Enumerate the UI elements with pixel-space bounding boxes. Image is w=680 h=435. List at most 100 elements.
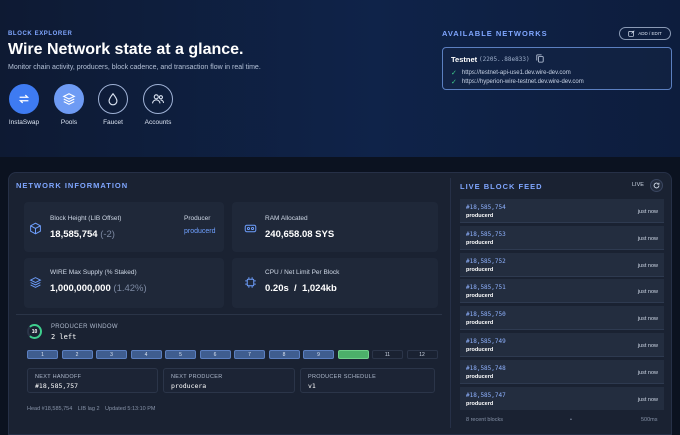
block-time: just now: [637, 289, 658, 296]
pools-button[interactable]: Pools: [49, 84, 89, 126]
cpu-icon: [245, 277, 256, 288]
block-time: just now: [637, 262, 658, 269]
faucet-button[interactable]: Faucet: [93, 84, 133, 126]
networks-title: AVAILABLE NETWORKS: [442, 29, 548, 38]
block-number[interactable]: #18,585,751: [466, 284, 506, 291]
feed-row[interactable]: #18,585,751 producerd just now: [460, 279, 664, 304]
producer-slot: 9: [303, 350, 334, 359]
producer-slot: 10: [337, 350, 369, 359]
producer-schedule-card: PRODUCER SCHEDULE v1: [300, 368, 435, 393]
block-producer: producerd: [466, 400, 494, 407]
next-producer-value: producera: [171, 382, 207, 390]
block-feed-list: #18,585,754 producerd just now #18,585,753 p…: [460, 199, 664, 410]
feed-row[interactable]: #18,585,747 producerd just now: [460, 386, 664, 410]
block-time: just now: [637, 235, 658, 242]
stack-icon: [29, 277, 42, 288]
producer-slot: 1: [27, 350, 58, 359]
block-number[interactable]: #18,585,753: [466, 231, 506, 238]
block-producer: producerd: [466, 320, 494, 327]
block-height-label: Block Height (LIB Offset): [50, 215, 122, 222]
endpoint-url: https://testnet-api-use1.dev.wire-dev.co…: [461, 70, 571, 76]
producer-link[interactable]: producerd: [184, 228, 216, 235]
producer-slot: 8: [268, 350, 300, 359]
producer-slot: 6: [199, 350, 231, 359]
producer-slot: 3: [96, 350, 127, 359]
block-time: just now: [637, 343, 658, 349]
endpoint-item[interactable]: ✓ https://testnet-api-use1.dev.wire-dev.…: [451, 69, 571, 77]
accounts-button[interactable]: Accounts: [138, 84, 178, 126]
layers-icon: [54, 84, 84, 114]
block-height-value: 18,585,754 (-2): [50, 229, 115, 240]
endpoint-item[interactable]: ✓ https://hyperion-wire-testnet.dev.wire…: [451, 78, 584, 86]
divider: [16, 314, 442, 315]
next-producer-label: NEXT PRODUCER: [171, 374, 223, 380]
live-indicator: LIVE: [632, 182, 644, 188]
lib-lag: LIB lag 2: [77, 406, 100, 412]
block-producer: producerd: [466, 239, 494, 246]
block-producer: producerd: [466, 347, 494, 353]
faucet-label: Faucet: [103, 119, 123, 126]
cpu-net-label: CPU / Net Limit Per Block: [265, 269, 340, 276]
add-edit-button[interactable]: ADD / EDIT: [619, 27, 671, 40]
producer-slot: 7: [234, 350, 265, 359]
head-block: Head #18,585,754: [27, 406, 73, 412]
producer-schedule-value: v1: [308, 382, 316, 390]
block-number[interactable]: #18,585,752: [466, 258, 506, 265]
refresh-icon: [653, 182, 660, 189]
column-divider: [450, 178, 451, 428]
ram-value: 240,658.08 SYS: [265, 229, 335, 240]
page-subtitle: Monitor chain activity, producers, block…: [8, 64, 261, 71]
block-number[interactable]: #18,585,748: [466, 365, 506, 372]
block-time: just now: [637, 396, 658, 403]
block-time: just now: [637, 209, 658, 215]
producer-slot: 2: [61, 350, 93, 359]
next-handoff-label: NEXT HANDOFF: [35, 374, 82, 380]
block-number[interactable]: #18,585,750: [466, 311, 506, 318]
instaswap-label: InstaSwap: [8, 119, 40, 126]
network-info-title: NETWORK INFORMATION: [16, 181, 129, 190]
next-producer-card: NEXT PRODUCER producera: [163, 368, 295, 393]
accounts-label: Accounts: [144, 119, 172, 126]
next-handoff-value: #18,585,757: [35, 382, 79, 390]
slots-left: 2 left: [51, 333, 77, 341]
hero-banner: BLOCK EXPLORER Wire Network state at a g…: [0, 0, 680, 157]
block-number[interactable]: #18,585,749: [466, 338, 506, 345]
lib-offset: (-2): [100, 229, 115, 240]
feed-row[interactable]: #18,585,749 producerd just now: [460, 333, 664, 357]
updated-time: Updated 5:13:10 PM: [105, 406, 156, 412]
droplet-icon: [98, 84, 128, 114]
copy-icon[interactable]: [536, 54, 544, 63]
feed-row[interactable]: #18,585,752 producerd just now: [460, 252, 664, 277]
network-card-testnet[interactable]: Testnet (2205..88e833) ✓ https://testnet…: [442, 47, 672, 90]
instaswap-button[interactable]: InstaSwap: [4, 84, 44, 126]
block-number[interactable]: #18,585,754: [466, 204, 506, 211]
supply-label: WIRE Max Supply (% Staked): [50, 269, 137, 276]
producer-window-ring: 10: [27, 324, 42, 339]
refresh-button[interactable]: [650, 179, 663, 192]
check-icon: ✓: [451, 70, 457, 77]
feed-row[interactable]: #18,585,754 producerd just now: [460, 199, 664, 223]
cube-icon: [30, 222, 41, 235]
block-time: just now: [637, 369, 658, 376]
block-number[interactable]: #18,585,747: [466, 392, 506, 399]
swap-icon: [9, 84, 39, 114]
feed-count: 8 recent blocks: [466, 417, 503, 423]
producer-slot: 5: [165, 350, 196, 359]
block-producer: producerd: [466, 266, 494, 273]
block-height-card: [24, 202, 224, 252]
block-producer: producerd: [466, 213, 494, 219]
feed-row[interactable]: #18,585,750 producerd just now: [460, 306, 664, 331]
cpu-net-value: 0.20s / 1,024kb: [265, 283, 337, 294]
feed-interval: 500ms: [641, 417, 658, 423]
block-producer: producerd: [466, 373, 494, 380]
producer-slot: 4: [130, 350, 162, 359]
feed-row[interactable]: #18,585,748 producerd just now: [460, 359, 664, 384]
network-hash: (2205..88e833): [479, 56, 530, 63]
producer-slot: 11: [372, 350, 403, 359]
ram-label: RAM Allocated: [265, 215, 308, 222]
staked-percent: (1.42%): [113, 283, 147, 294]
status-footer: Head #18,585,754 LIB lag 2 Updated 5:13:…: [27, 406, 160, 412]
producer-window-title: PRODUCER WINDOW: [51, 324, 118, 330]
feed-row[interactable]: #18,585,753 producerd just now: [460, 225, 664, 250]
producer-slot: 12: [406, 350, 438, 359]
